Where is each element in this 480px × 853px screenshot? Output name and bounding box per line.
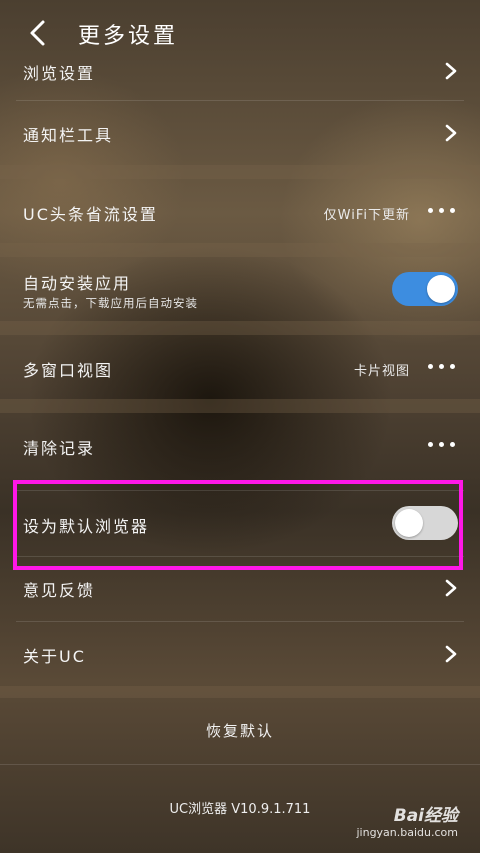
page-title: 更多设置	[78, 24, 179, 49]
settings-item-browse[interactable]: 浏览设置	[0, 56, 480, 100]
settings-item-label: UC头条省流设置	[23, 205, 158, 224]
baidu-jingyan-watermark: Bai经验 jingyan.baidu.com	[356, 801, 458, 839]
settings-item-multi-window-view[interactable]: 多窗口视图 卡片视图	[0, 335, 480, 399]
section-gap	[0, 399, 480, 413]
settings-item-label: 意见反馈	[23, 581, 96, 600]
chevron-right-icon	[445, 645, 457, 663]
settings-item-label: 清除记录	[23, 439, 96, 458]
more-options-icon	[428, 442, 456, 448]
settings-item-feedback[interactable]: 意见反馈	[0, 557, 480, 621]
settings-item-label: 关于UC	[23, 647, 86, 666]
chevron-right-icon	[445, 124, 457, 142]
more-options-icon	[428, 364, 456, 370]
auto-install-toggle[interactable]	[392, 272, 458, 306]
settings-item-notification-tools[interactable]: 通知栏工具	[0, 101, 480, 165]
restore-defaults-button[interactable]: 恢复默认	[0, 720, 480, 741]
back-arrow-icon[interactable]	[24, 18, 54, 48]
settings-item-value: 卡片视图	[353, 364, 410, 379]
settings-item-about-uc[interactable]: 关于UC	[0, 622, 480, 686]
section-gap	[0, 321, 480, 335]
watermark-url: jingyan.baidu.com	[356, 826, 458, 839]
watermark-brand: Bai经验	[393, 806, 458, 826]
divider	[0, 764, 480, 765]
settings-item-label: 自动安装应用	[23, 274, 132, 293]
more-options-icon	[428, 208, 456, 214]
section-gap	[0, 686, 480, 698]
settings-item-value: 仅WiFi下更新	[323, 208, 410, 223]
section-gap	[0, 165, 480, 179]
settings-item-clear-records[interactable]: 清除记录	[0, 413, 480, 477]
settings-item-uc-headline-data-saving[interactable]: UC头条省流设置 仅WiFi下更新	[0, 179, 480, 243]
settings-item-auto-install: 自动安装应用 无需点击，下载应用后自动安装	[0, 257, 480, 321]
settings-item-description: 无需点击，下载应用后自动安装	[23, 296, 198, 310]
settings-item-label: 通知栏工具	[23, 126, 114, 145]
settings-item-label: 浏览设置	[23, 64, 96, 83]
toggle-knob	[427, 275, 455, 303]
chevron-right-icon	[445, 62, 457, 80]
section-gap	[0, 243, 480, 257]
chevron-right-icon	[445, 579, 457, 597]
settings-item-label: 多窗口视图	[23, 361, 114, 380]
